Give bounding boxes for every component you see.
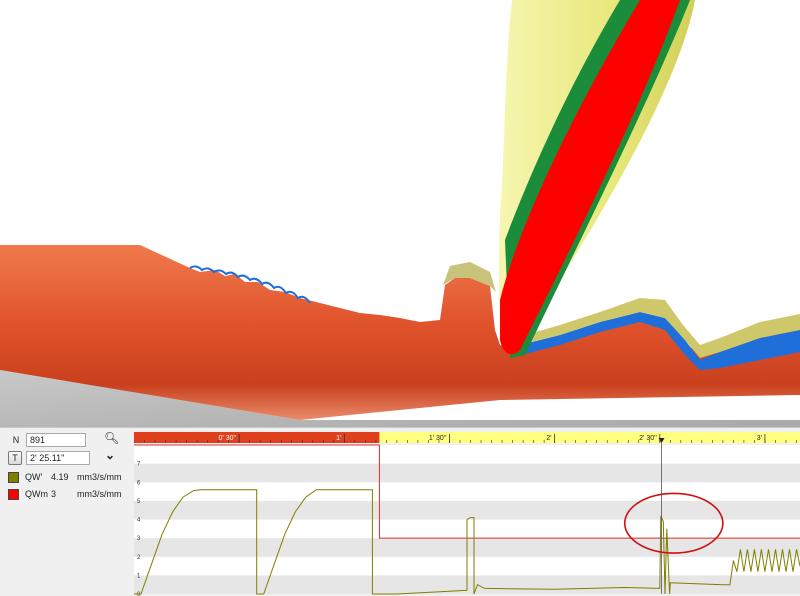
double-chevron-down-icon[interactable]: ⌄	[105, 448, 115, 462]
qw-color-swatch-icon	[8, 471, 19, 483]
x-tick-label: 0' 30''	[219, 435, 237, 442]
t-row: T 2' 25.11''	[6, 450, 90, 466]
t-toggle-button[interactable]: T	[8, 451, 22, 465]
timeline-elapsed	[134, 432, 380, 443]
legend-row-qw[interactable]: QW' 4.19 mm3/s/mm	[6, 469, 122, 485]
chart-band	[134, 463, 800, 483]
bottom-panel: N 891 🔍︎ T 2' 25.11'' ⌄ QW' 4.19 mm3/s/m…	[0, 427, 800, 596]
legend-row-qwm[interactable]: QWm 3 mm3/s/mm	[6, 486, 122, 502]
qw-unit: mm3/s/mm	[77, 472, 122, 482]
qwm-value: 3	[51, 489, 57, 499]
qw-value: 4.19	[51, 472, 69, 482]
x-tick-label: 1' 30''	[429, 435, 447, 442]
magnifier-icon[interactable]: 🔍︎	[104, 431, 119, 445]
machining-3d-view[interactable]	[0, 0, 800, 427]
n-row: N 891	[6, 432, 86, 448]
n-label: N	[12, 435, 20, 445]
qw-name: QW'	[25, 472, 43, 482]
t-value-field[interactable]: 2' 25.11''	[26, 451, 90, 465]
qw-time-chart[interactable]: 0' 30'' 1' 1' 30'' 2' 2' 30'' 3'01234567	[134, 432, 800, 596]
chart-band	[134, 445, 800, 464]
x-tick-label: 3'	[757, 435, 762, 442]
x-tick-label: 1'	[336, 435, 341, 442]
qwm-unit: mm3/s/mm	[77, 489, 122, 499]
qwm-color-swatch-icon	[8, 488, 19, 500]
x-tick-label: 2' 30''	[639, 435, 657, 442]
x-tick-label: 2'	[546, 435, 551, 442]
n-value-field[interactable]: 891	[26, 433, 86, 447]
qwm-name: QWm	[25, 489, 48, 499]
chart-band	[134, 500, 800, 520]
